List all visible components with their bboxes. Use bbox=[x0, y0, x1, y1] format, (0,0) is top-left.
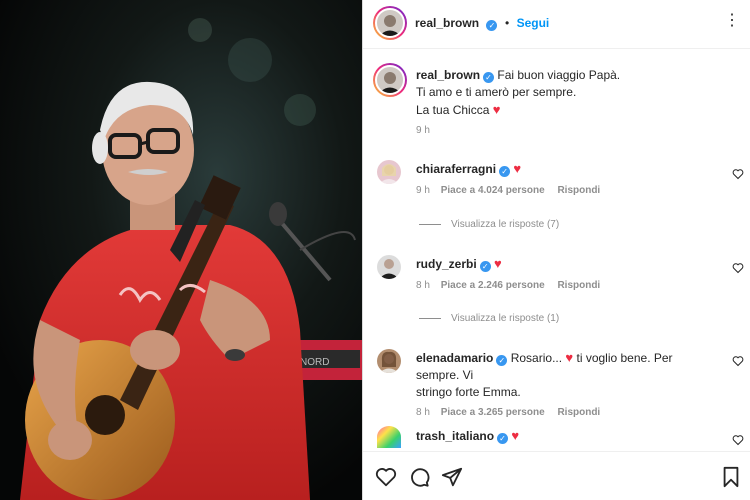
svg-text:NORD: NORD bbox=[300, 357, 329, 368]
commenter-avatar[interactable] bbox=[377, 349, 401, 373]
caption-line-1: real_brown ✓ Fai buon viaggio Papà. bbox=[416, 67, 736, 84]
comment-bubble-icon[interactable] bbox=[408, 466, 430, 488]
caption-line-2: Ti amo e ti amerò per sempre. bbox=[416, 85, 577, 99]
comment-likes[interactable]: Piace a 2.246 persone bbox=[441, 280, 545, 291]
view-replies-link[interactable]: Visualizza le risposte (7) bbox=[419, 219, 559, 230]
follow-button[interactable]: Segui bbox=[517, 16, 550, 30]
comment-meta: 8 h Piace a 3.265 persone Rispondi bbox=[416, 407, 706, 418]
comment-username[interactable]: trash_italiano bbox=[416, 429, 494, 443]
instagram-post-view: NORD real_brown ✓ • Segui ⋮ real_brown ✓… bbox=[0, 0, 750, 500]
comment-time: 9 h bbox=[416, 185, 430, 196]
red-heart-icon: ♥ bbox=[511, 428, 520, 443]
reply-button[interactable]: Rispondi bbox=[557, 185, 600, 196]
comment-meta: 8 h Piace a 2.246 persone Rispondi bbox=[416, 280, 600, 291]
comment-2: rudy_zerbi ✓ ♥ 8 h Piace a 2.246 persone … bbox=[416, 255, 600, 291]
separator-dot: • bbox=[504, 16, 510, 30]
replies-divider-line bbox=[419, 223, 441, 225]
red-heart-icon: ♥ bbox=[494, 256, 502, 271]
view-replies-link[interactable]: Visualizza le risposte (1) bbox=[419, 313, 559, 324]
more-options-icon[interactable]: ⋮ bbox=[724, 10, 741, 30]
like-heart-icon[interactable] bbox=[375, 466, 397, 488]
verified-badge-icon: ✓ bbox=[483, 72, 495, 83]
like-comment-heart-icon[interactable] bbox=[732, 262, 744, 274]
comment-time: 8 h bbox=[416, 280, 430, 291]
commenter-avatar[interactable] bbox=[377, 426, 401, 448]
post-photo[interactable]: NORD bbox=[0, 0, 362, 500]
commenter-avatar[interactable] bbox=[377, 255, 401, 279]
view-replies-text: Visualizza le risposte (1) bbox=[451, 313, 560, 324]
comment-time: 8 h bbox=[416, 407, 430, 418]
replies-divider-line bbox=[419, 317, 441, 319]
comment-text-c: stringo forte Emma. bbox=[416, 385, 521, 399]
header-title-row: real_brown ✓ • Segui bbox=[415, 14, 549, 32]
caption-text-1: Fai buon viaggio Papà. bbox=[497, 68, 621, 82]
comment-text-a: Rosario... bbox=[510, 351, 563, 365]
post-actions-bar bbox=[363, 451, 750, 500]
author-avatar[interactable] bbox=[373, 6, 407, 40]
comment-4: trash_italiano ✓ ♥ bbox=[416, 427, 519, 445]
caption-text-3: La tua Chicca bbox=[416, 103, 490, 117]
caption-block: real_brown ✓ Fai buon viaggio Papà. Ti am… bbox=[416, 67, 736, 136]
comment-3: elenadamario ✓ Rosario... ♥ ti voglio ben… bbox=[416, 349, 706, 418]
verified-badge-icon: ✓ bbox=[486, 20, 498, 31]
save-bookmark-icon[interactable] bbox=[721, 466, 741, 488]
red-heart-icon: ♥ bbox=[513, 161, 522, 176]
author-username[interactable]: real_brown bbox=[415, 16, 479, 30]
view-replies-text: Visualizza le risposte (7) bbox=[451, 219, 560, 230]
comment-likes[interactable]: Piace a 4.024 persone bbox=[441, 185, 545, 196]
comment-username[interactable]: chiaraferragni bbox=[416, 162, 496, 176]
comment-likes[interactable]: Piace a 3.265 persone bbox=[441, 407, 545, 418]
share-paper-plane-icon[interactable] bbox=[441, 466, 463, 488]
reply-button[interactable]: Rispondi bbox=[557, 407, 600, 418]
reply-button[interactable]: Rispondi bbox=[557, 280, 600, 291]
caption-time: 9 h bbox=[416, 125, 430, 136]
verified-badge-icon: ✓ bbox=[497, 433, 509, 444]
comment-1: chiaraferragni ✓ ♥ 9 h Piace a 4.024 pers… bbox=[416, 160, 600, 196]
red-heart-icon: ♥ bbox=[492, 102, 501, 117]
red-heart-icon: ♥ bbox=[565, 350, 574, 365]
post-header: real_brown ✓ • Segui ⋮ bbox=[363, 0, 750, 49]
caption-avatar[interactable] bbox=[373, 63, 407, 97]
verified-badge-icon: ✓ bbox=[496, 355, 508, 366]
verified-badge-icon: ✓ bbox=[499, 166, 511, 177]
like-comment-heart-icon[interactable] bbox=[732, 434, 744, 446]
guitarist-photo: NORD bbox=[0, 0, 362, 500]
like-comment-heart-icon[interactable] bbox=[732, 355, 744, 367]
post-side-panel: real_brown ✓ • Segui ⋮ real_brown ✓ Fai b… bbox=[362, 0, 750, 500]
caption-username[interactable]: real_brown bbox=[416, 68, 480, 82]
comment-meta: 9 h Piace a 4.024 persone Rispondi bbox=[416, 185, 600, 196]
caption-line-3: La tua Chicca ♥ bbox=[416, 101, 736, 119]
commenter-avatar[interactable] bbox=[377, 160, 401, 184]
comment-username[interactable]: rudy_zerbi bbox=[416, 257, 477, 271]
verified-badge-icon: ✓ bbox=[479, 261, 491, 272]
like-comment-heart-icon[interactable] bbox=[732, 168, 744, 180]
comment-username[interactable]: elenadamario bbox=[416, 351, 493, 365]
